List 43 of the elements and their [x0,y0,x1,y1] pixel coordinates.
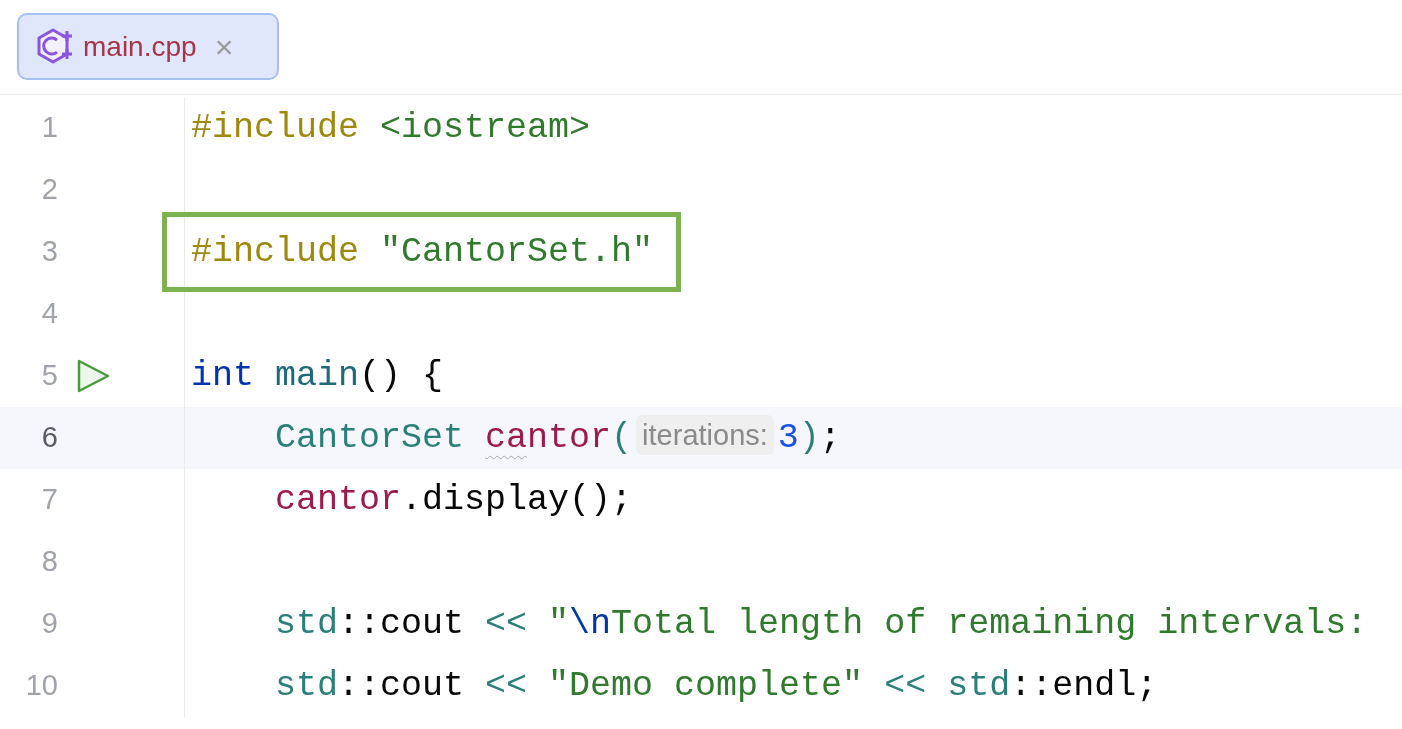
line-number: 1 [40,110,58,146]
line-number: 7 [40,482,58,518]
code-token: "Demo complete" [548,665,865,706]
code-token: ) [798,417,820,458]
code-token: ; [819,417,841,458]
code-token: std [275,665,338,706]
file-tab[interactable]: main.cpp × [17,13,279,80]
code-token: () { [359,355,444,396]
line-number: 5 [40,358,58,394]
code-token: int [191,355,255,396]
code-token: #include [191,107,361,148]
line-number: 2 [40,172,58,208]
code-token: << [485,603,529,644]
code-token: "CantorSet.h" [380,231,654,272]
code-token: ca [485,417,528,458]
play-icon[interactable] [75,358,111,394]
code-token: ::cout [338,665,466,706]
code-token: main [275,355,360,396]
code-token: ::endl; [1010,665,1158,706]
code-token: .display(); [401,479,633,520]
code-token: ntor [527,417,612,458]
code-token: << [485,665,529,706]
parameter-hint: iterations: [636,414,774,455]
line-number: 9 [40,606,58,642]
code-token: CantorSet [275,417,466,458]
code-token: \n [569,603,612,644]
code-token: ( [611,417,633,458]
line-number: 8 [40,544,58,580]
code-token: " [548,603,570,644]
line-number: 3 [40,234,58,270]
line-number: 10 [24,668,58,704]
code-token: cantor [275,479,402,520]
code-token: << [884,665,928,706]
code-token: <iostream> [380,107,591,148]
line-number: 6 [40,420,58,456]
line-number: 4 [40,296,58,332]
code-token: #include [191,231,361,272]
code-token: std [275,603,338,644]
code-token: std [947,665,1011,706]
code-token: Total length of remaining intervals: [611,603,1368,644]
tab-label: main.cpp [83,29,197,64]
code-token: 3 [777,417,799,458]
code-token: ::cout [338,603,466,644]
